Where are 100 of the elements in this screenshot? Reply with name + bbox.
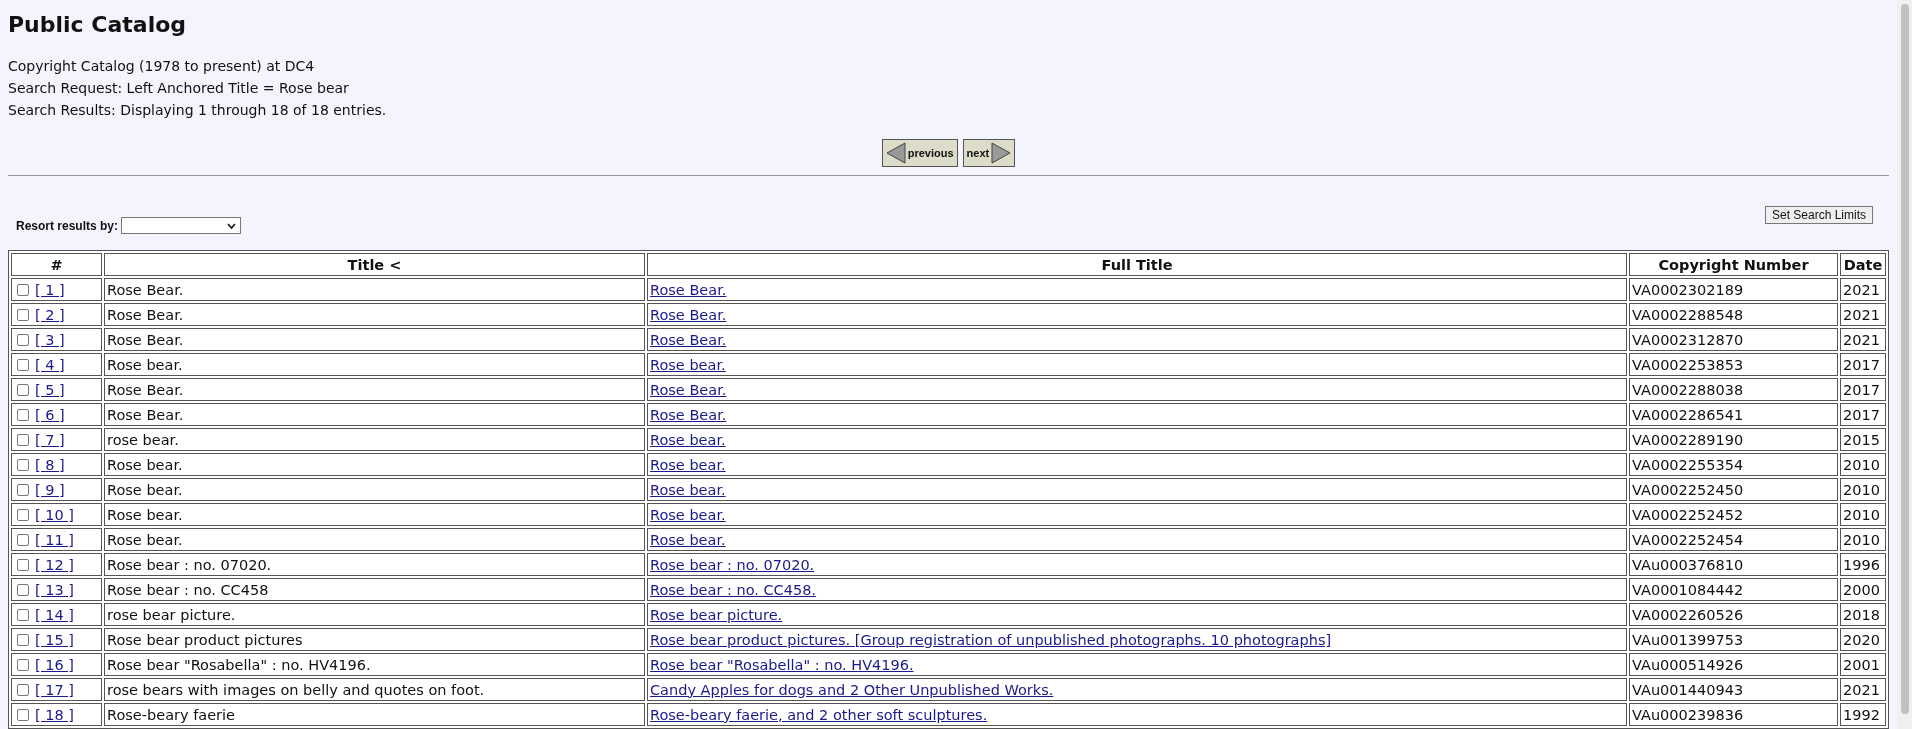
- next-button[interactable]: next: [962, 139, 1016, 167]
- set-search-limits-button[interactable]: Set Search Limits: [1764, 206, 1873, 224]
- full-title-link[interactable]: Rose bear.: [650, 506, 726, 523]
- row-checkbox[interactable]: [17, 608, 29, 621]
- row-checkbox[interactable]: [17, 383, 29, 396]
- table-cell: VA0002288038: [1629, 378, 1838, 401]
- row-checkbox[interactable]: [17, 658, 29, 671]
- info-line: Copyright Catalog (1978 to present) at DC4: [8, 57, 316, 76]
- full-title-link[interactable]: Rose Bear.: [650, 406, 727, 423]
- table-cell: Rose bear product pictures: [104, 628, 645, 651]
- row-checkbox[interactable]: [17, 358, 29, 371]
- info-line: Search Request: Left Anchored Title = Rose bear: [8, 79, 350, 98]
- full-title-link[interactable]: Rose Bear.: [650, 306, 727, 323]
- row-checkbox[interactable]: [17, 508, 29, 521]
- full-title-link[interactable]: Rose bear.: [650, 456, 726, 473]
- row-checkbox[interactable]: [17, 558, 29, 571]
- column-header: Full Title: [647, 253, 1627, 276]
- row-checkbox[interactable]: [17, 633, 29, 646]
- table-cell: VA0002252450: [1629, 478, 1838, 501]
- row-checkbox[interactable]: [17, 583, 29, 596]
- row-checkbox[interactable]: [17, 708, 29, 721]
- full-title-link[interactable]: Rose bear.: [650, 356, 726, 373]
- column-header: Title <: [104, 253, 645, 276]
- full-title-link[interactable]: Rose bear picture.: [650, 606, 783, 623]
- table-cell: 1996: [1840, 553, 1886, 576]
- full-title-link[interactable]: Rose bear : no. CC458.: [650, 581, 816, 598]
- row-checkbox[interactable]: [17, 533, 29, 546]
- table-cell: 2021: [1840, 678, 1886, 701]
- table-cell: 2017: [1840, 378, 1886, 401]
- full-title-link[interactable]: Rose Bear.: [650, 331, 727, 348]
- full-title-link[interactable]: Rose bear.: [650, 431, 726, 448]
- full-title-link[interactable]: Rose Bear.: [650, 381, 727, 398]
- row-checkbox[interactable]: [17, 333, 29, 346]
- table-cell: VAu001440943: [1629, 678, 1838, 701]
- row-checkbox[interactable]: [17, 308, 29, 321]
- table-cell: VA0001084442: [1629, 578, 1838, 601]
- table-cell: VA0002288548: [1629, 303, 1838, 326]
- resort-dropdown[interactable]: [121, 217, 242, 234]
- table-cell: VA0002312870: [1629, 328, 1838, 351]
- full-title-link[interactable]: Rose Bear.: [650, 281, 727, 298]
- table-cell: Rose bear.: [104, 528, 645, 551]
- table-cell: VAu000376810: [1629, 553, 1838, 576]
- left-arrow-icon: [885, 142, 906, 164]
- table-cell: VAu000514926: [1629, 653, 1838, 676]
- table-cell: Rose bear.: [104, 503, 645, 526]
- table-cell: 2021: [1840, 328, 1886, 351]
- table-cell: 2010: [1840, 528, 1886, 551]
- table-cell: VA0002252454: [1629, 528, 1838, 551]
- row-checkbox[interactable]: [17, 683, 29, 696]
- table-cell: 2018: [1840, 603, 1886, 626]
- table-cell: VAu001399753: [1629, 628, 1838, 651]
- full-title-link[interactable]: Rose bear "Rosabella" : no. HV4196.: [650, 656, 914, 673]
- table-cell: 2021: [1840, 278, 1886, 301]
- table-cell: VAu000239836: [1629, 703, 1838, 726]
- table-cell: Rose bear.: [104, 353, 645, 376]
- table-cell: Rose Bear.: [104, 278, 645, 301]
- table-cell: 2010: [1840, 478, 1886, 501]
- row-checkbox[interactable]: [17, 433, 29, 446]
- resort-label: Resort results by:: [16, 218, 119, 233]
- table-cell: VA0002286541: [1629, 403, 1838, 426]
- table-cell: Rose bear "Rosabella" : no. HV4196.: [104, 653, 645, 676]
- table-cell: VA0002260526: [1629, 603, 1838, 626]
- full-title-link[interactable]: Rose bear.: [650, 531, 726, 548]
- table-cell: Rose Bear.: [104, 403, 645, 426]
- column-header: Date: [1840, 253, 1886, 276]
- page-title: Public Catalog: [8, 12, 188, 37]
- table-cell: 2000: [1840, 578, 1886, 601]
- table-cell: VA0002252452: [1629, 503, 1838, 526]
- table-cell: Rose bear.: [104, 478, 645, 501]
- row-checkbox[interactable]: [17, 283, 29, 296]
- table-cell: Rose bear : no. 07020.: [104, 553, 645, 576]
- table-cell: 2015: [1840, 428, 1886, 451]
- table-cell: Rose bear : no. CC458: [104, 578, 645, 601]
- previous-button[interactable]: previous: [881, 139, 958, 167]
- table-cell: 2010: [1840, 453, 1886, 476]
- row-checkbox[interactable]: [17, 408, 29, 421]
- column-header: Copyright Number: [1629, 253, 1838, 276]
- table-cell: 2021: [1840, 303, 1886, 326]
- full-title-link[interactable]: Rose bear.: [650, 481, 726, 498]
- chevron-down-icon: [227, 222, 237, 229]
- full-title-link[interactable]: Rose bear : no. 07020.: [650, 556, 815, 573]
- table-cell: 2017: [1840, 353, 1886, 376]
- table-cell: rose bear picture.: [104, 603, 645, 626]
- table-cell: 2017: [1840, 403, 1886, 426]
- table-cell: Rose Bear.: [104, 378, 645, 401]
- table-cell: VA0002289190: [1629, 428, 1838, 451]
- scrollbar-thumb[interactable]: [1900, 4, 1909, 714]
- table-cell: 1992: [1840, 703, 1886, 726]
- table-cell: 2001: [1840, 653, 1886, 676]
- column-header: #: [11, 253, 102, 276]
- table-cell: rose bear.: [104, 428, 645, 451]
- row-checkbox[interactable]: [17, 483, 29, 496]
- table-cell: rose bears with images on belly and quotes on foot.: [104, 678, 645, 701]
- table-cell: Rose Bear.: [104, 328, 645, 351]
- table-cell: VA0002302189: [1629, 278, 1838, 301]
- table-cell: VA0002253853: [1629, 353, 1838, 376]
- table-cell: 2010: [1840, 503, 1886, 526]
- row-checkbox[interactable]: [17, 458, 29, 471]
- info-line: Search Results: Displaying 1 through 18 of 18 entries.: [8, 101, 388, 120]
- right-arrow-icon: [991, 142, 1012, 164]
